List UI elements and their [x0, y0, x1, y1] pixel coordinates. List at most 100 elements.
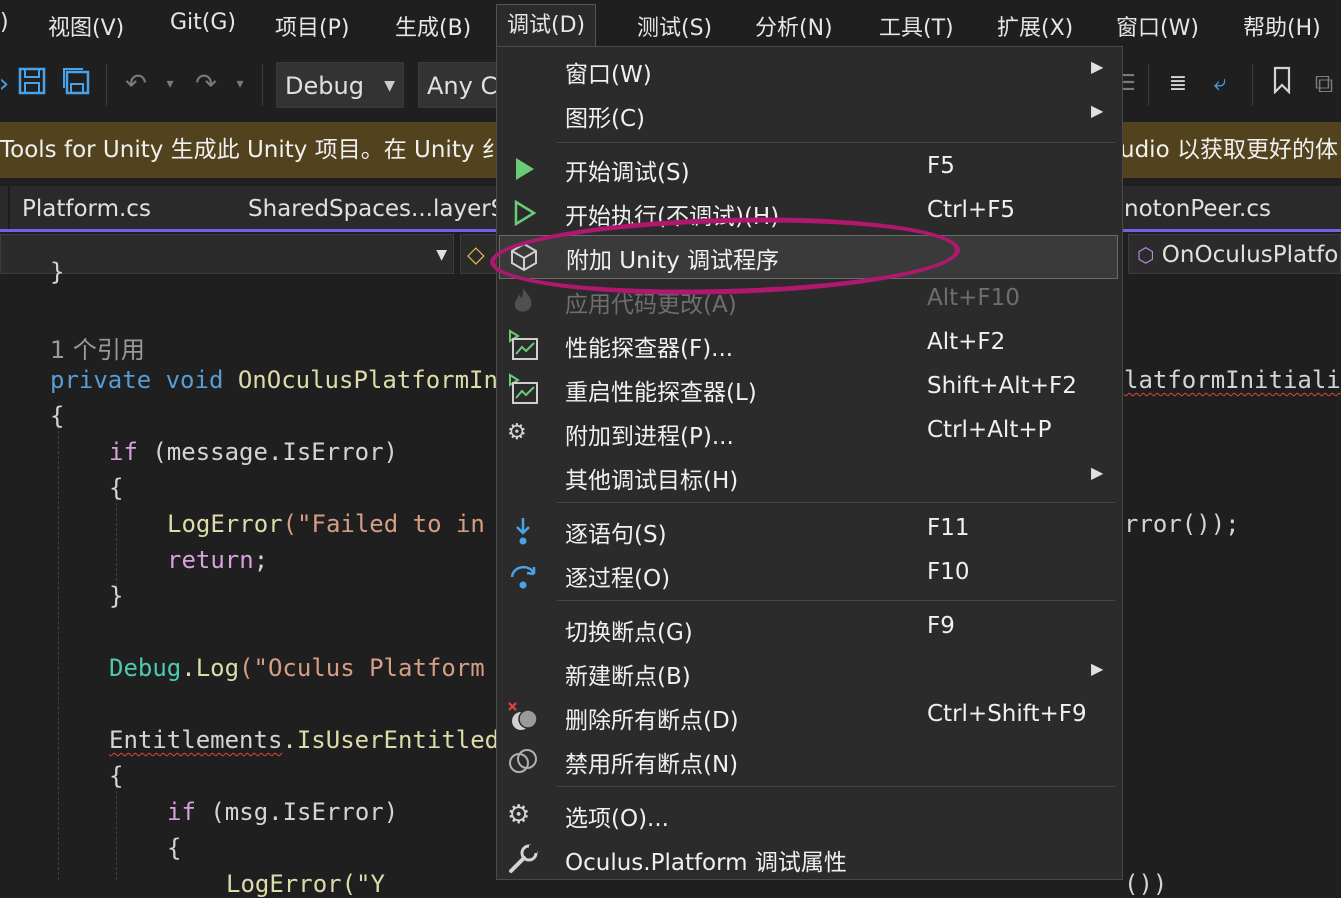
code-line-right: ()): [1124, 870, 1167, 898]
menu-bar: ) 视图(V) Git(G) 项目(P) 生成(B) 调试(D) 测试(S) 分…: [0, 0, 1341, 49]
tab-partial[interactable]: [0, 186, 9, 230]
code-keyword: return: [167, 546, 254, 574]
member-dropdown[interactable]: ⬡ OnOculusPlatfo: [1128, 234, 1341, 274]
menu-git[interactable]: Git(G): [170, 10, 236, 35]
attach-process-icon: ⚙: [507, 420, 527, 445]
tab-platform-cs[interactable]: Platform.cs: [10, 186, 248, 230]
menu-project[interactable]: 项目(P): [275, 10, 349, 42]
indent-icon[interactable]: ≣: [1160, 66, 1196, 102]
menu-item-oculus-debug-properties[interactable]: Oculus.Platform 调试属性: [497, 837, 1122, 881]
menu-analyze[interactable]: 分析(N): [755, 10, 833, 42]
code-keyword: void: [165, 366, 224, 394]
info-bar-text-right: udio 以获取更好的体: [1120, 137, 1338, 163]
menu-item-start-debugging[interactable]: 开始调试(S) F5: [497, 147, 1122, 191]
redo-dropdown-icon[interactable]: ▾: [222, 66, 258, 102]
menu-item-step-over[interactable]: 逐过程(O) F10: [497, 553, 1122, 597]
menu-item-disable-all-breakpoints[interactable]: 禁用所有断点(N): [497, 739, 1122, 783]
menu-item-attach-to-process[interactable]: ⚙ 附加到进程(P)... Ctrl+Alt+P: [497, 411, 1122, 455]
menu-item-other-debug-targets[interactable]: 其他调试目标(H) ▶: [497, 455, 1122, 499]
menu-item-label: Oculus.Platform 调试属性: [565, 850, 847, 876]
code-type: Entitlements: [109, 726, 283, 754]
menu-test[interactable]: 测试(S): [637, 10, 712, 42]
code-string: ("Failed to in: [282, 510, 485, 538]
menu-item-partial[interactable]: ): [0, 10, 9, 35]
redo-icon[interactable]: ↷: [188, 66, 224, 102]
configuration-combo[interactable]: Debug ▼: [276, 62, 404, 108]
menu-item-label: 开始调试(S): [565, 160, 690, 186]
menu-item-new-breakpoint[interactable]: 新建断点(B) ▶: [497, 651, 1122, 695]
member-dropdown-value: OnOculusPlatfo: [1161, 242, 1339, 268]
menu-item-toggle-breakpoint[interactable]: 切换断点(G) F9: [497, 607, 1122, 651]
code-text: (msg.IsError): [195, 798, 399, 826]
menu-window[interactable]: 窗口(W): [1116, 10, 1199, 42]
type-dropdown[interactable]: ▼: [0, 234, 454, 274]
menu-item-step-into[interactable]: 逐语句(S) F11: [497, 509, 1122, 553]
code-keyword: if: [167, 798, 196, 826]
menu-item-performance-profiler[interactable]: 性能探查器(F)... Alt+F2: [497, 323, 1122, 367]
menu-item-delete-all-breakpoints[interactable]: 删除所有断点(D) Ctrl+Shift+F9: [497, 695, 1122, 739]
relaunch-profiler-icon: [507, 373, 539, 405]
menu-build[interactable]: 生成(B): [395, 10, 471, 42]
code-line: return;: [167, 546, 268, 574]
menu-item-shortcut: Alt+F10: [927, 285, 1020, 311]
menu-item-label: 切换断点(G): [565, 620, 693, 646]
code-text: rror());: [1124, 510, 1240, 538]
menu-item-shortcut: Ctrl+Alt+P: [927, 417, 1052, 443]
menu-item-label: 性能探查器(F)...: [565, 336, 734, 362]
disable-breakpoints-icon: [507, 745, 539, 777]
save-all-icon[interactable]: [58, 66, 94, 102]
step-into-icon: [507, 515, 539, 547]
bookmark-prev-icon[interactable]: ⧉: [1306, 66, 1341, 102]
menu-item-start-without-debugging[interactable]: 开始执行(不调试)(H) Ctrl+F5: [497, 191, 1122, 235]
undo-icon[interactable]: ↶: [118, 66, 154, 102]
wrench-icon: [507, 843, 539, 875]
menu-item-shortcut: F9: [927, 613, 955, 639]
method-icon: ⬡: [1137, 243, 1155, 267]
menu-separator: [557, 502, 1115, 503]
code-text: ()): [1124, 870, 1168, 898]
save-icon[interactable]: [14, 66, 50, 102]
step-over-icon: [507, 559, 539, 591]
scope-dropdown[interactable]: ◇: [460, 234, 500, 274]
code-brace: {: [109, 474, 124, 502]
menu-item-label: 附加到进程(P)...: [565, 424, 734, 450]
debug-menu: 窗口(W) ▶ 图形(C) ▶ 开始调试(S) F5 开始执行(不调试)(H) …: [496, 46, 1123, 880]
menu-extensions[interactable]: 扩展(X): [997, 10, 1073, 42]
tab-photonpeer[interactable]: notonPeer.cs: [1120, 186, 1341, 230]
menu-item-label: 逐语句(S): [565, 522, 667, 548]
menu-item-shortcut: Ctrl+Shift+F9: [927, 701, 1087, 727]
menu-tools[interactable]: 工具(T): [879, 10, 954, 42]
menu-item-apply-code-changes[interactable]: 应用代码更改(A) Alt+F10: [497, 279, 1122, 323]
bookmark-icon[interactable]: [1264, 66, 1300, 102]
submenu-arrow-icon: ▶: [1091, 101, 1104, 120]
comment-icon[interactable]: ⤶: [1202, 66, 1238, 102]
menu-item-label: 逐过程(O): [565, 566, 671, 592]
start-debugging-icon: [507, 153, 539, 185]
menu-item-shortcut: Alt+F2: [927, 329, 1006, 355]
menu-item-window[interactable]: 窗口(W) ▶: [497, 49, 1122, 93]
menu-item-options[interactable]: ⚙ 选项(O)...: [497, 793, 1122, 837]
code-line-right: rror());: [1124, 510, 1240, 538]
menu-item-label: 附加 Unity 调试程序: [566, 248, 780, 274]
tab-sharedspaces[interactable]: SharedSpaces...layerS: [236, 186, 511, 230]
menu-view[interactable]: 视图(V): [48, 10, 124, 42]
toolbar-separator: [106, 64, 107, 106]
menu-item-shortcut: Shift+Alt+F2: [927, 373, 1077, 399]
gear-icon: ⚙: [507, 800, 531, 830]
start-without-debugging-icon: [507, 197, 539, 229]
code-brace: {: [50, 402, 65, 430]
code-line: if (message.IsError): [109, 438, 398, 466]
undo-dropdown-icon[interactable]: ▾: [152, 66, 188, 102]
platform-combo[interactable]: Any C: [418, 62, 498, 108]
menu-help[interactable]: 帮助(H): [1243, 10, 1321, 42]
code-brace: }: [109, 582, 124, 610]
info-bar-text: Tools for Unity 生成此 Unity 项目。在 Unity 纟: [0, 137, 505, 163]
menu-item-relaunch-profiler[interactable]: 重启性能探查器(L) Shift+Alt+F2: [497, 367, 1122, 411]
menu-item-label: 新建断点(B): [565, 664, 691, 690]
menu-item-graphics[interactable]: 图形(C) ▶: [497, 93, 1122, 137]
menu-separator: [557, 600, 1115, 601]
menu-item-attach-unity-debugger[interactable]: 附加 Unity 调试程序: [499, 235, 1118, 279]
codelens-references[interactable]: 1 个引用: [50, 330, 145, 365]
menu-debug[interactable]: 调试(D): [496, 4, 597, 49]
submenu-arrow-icon: ▶: [1091, 57, 1104, 76]
